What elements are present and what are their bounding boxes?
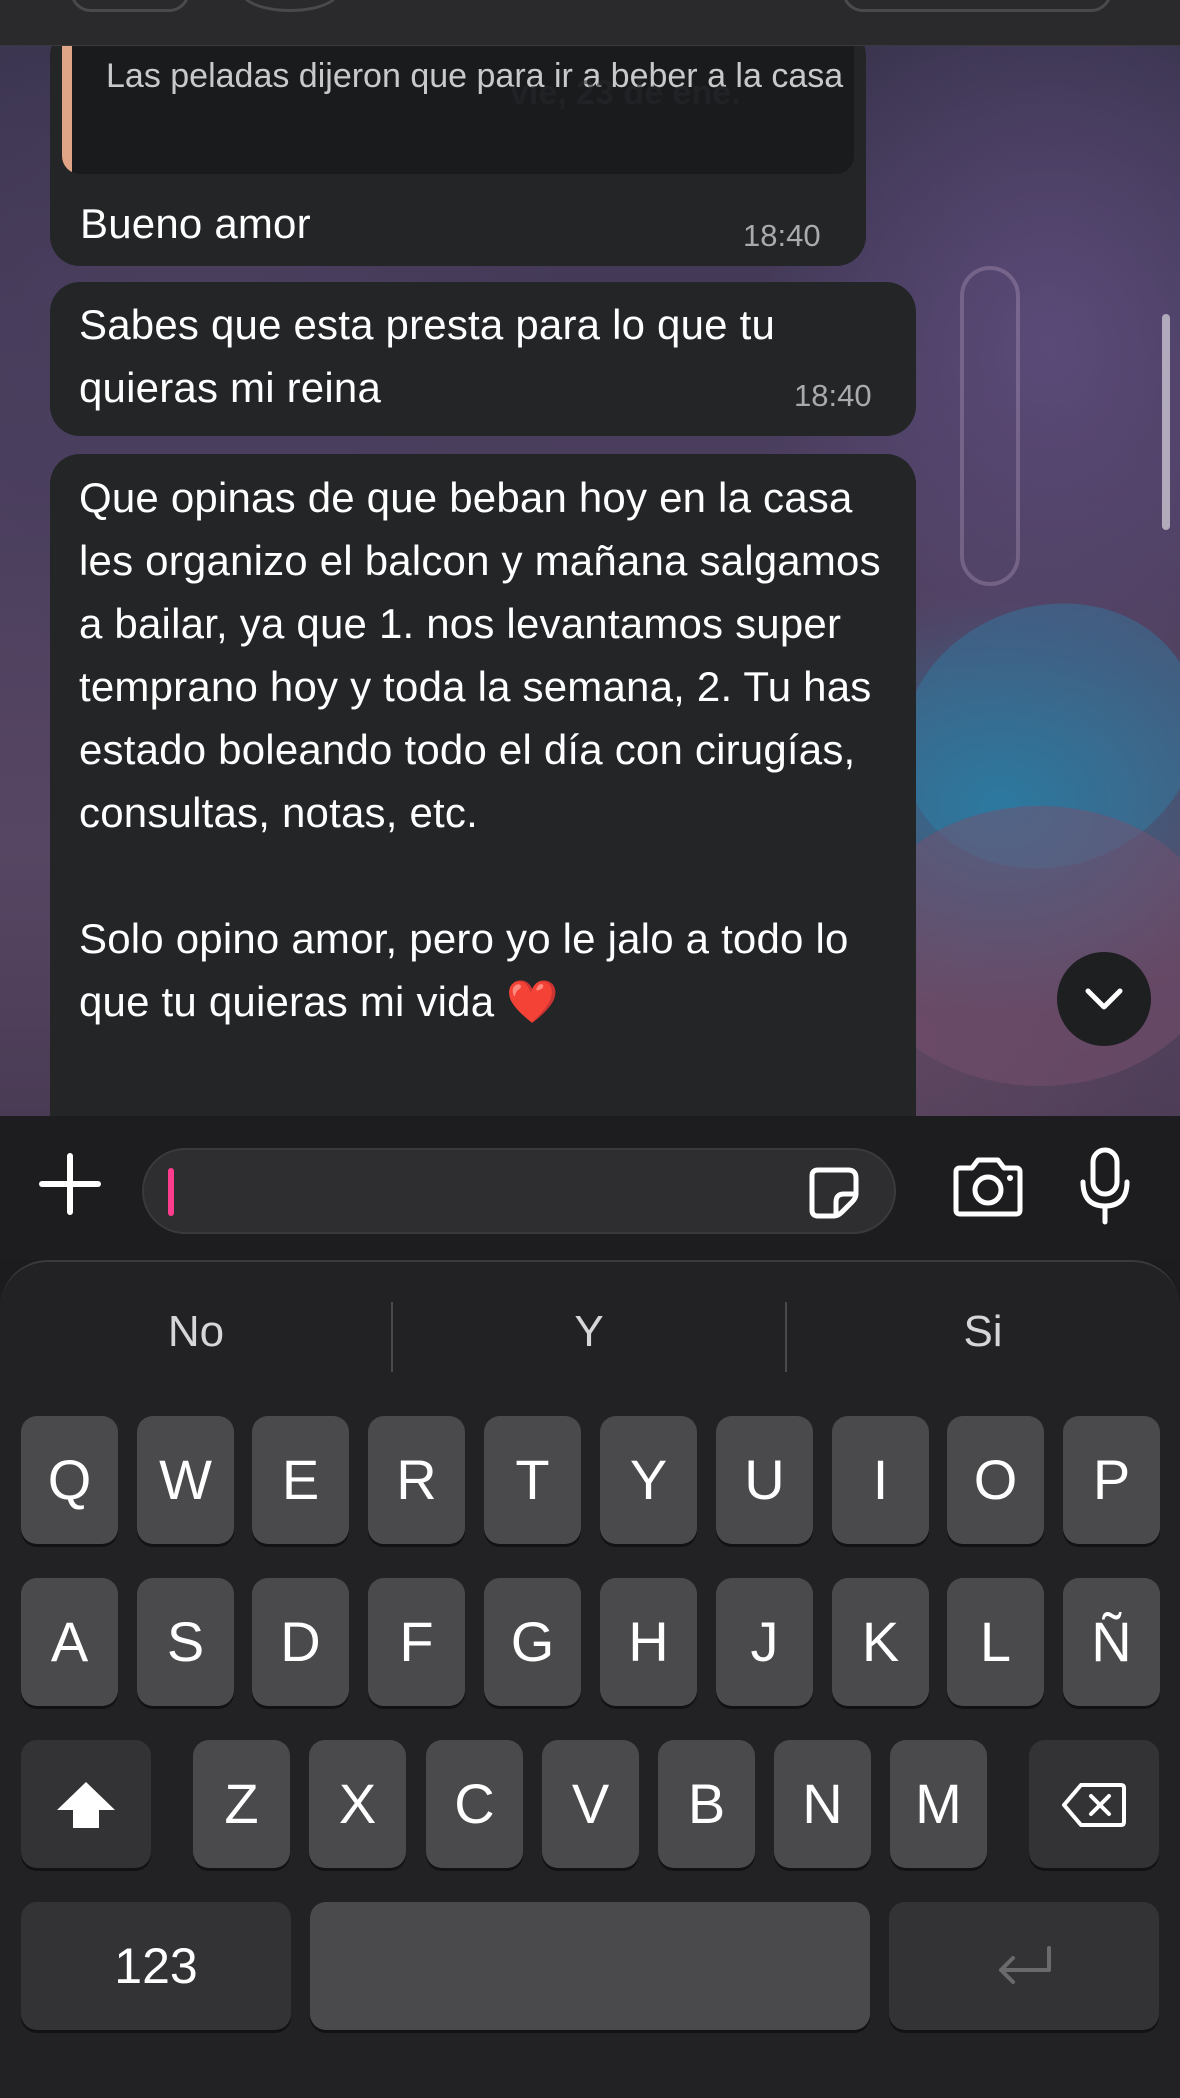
key-d[interactable]: D — [252, 1578, 349, 1706]
message-bubble[interactable]: Que opinas de que beban hoy en la casa l… — [50, 454, 916, 1116]
date-separator: vie, 23 de ene. — [510, 74, 741, 112]
key-h[interactable]: H — [600, 1578, 697, 1706]
scroll-to-bottom-button[interactable] — [1057, 952, 1151, 1046]
key-f[interactable]: F — [368, 1578, 465, 1706]
key-w[interactable]: W — [137, 1416, 234, 1544]
key-s[interactable]: S — [137, 1578, 234, 1706]
header-avatar[interactable] — [240, 0, 340, 12]
quote-accent-bar — [62, 46, 72, 174]
shift-key[interactable] — [21, 1740, 151, 1868]
key-m[interactable]: M — [890, 1740, 987, 1868]
key-z[interactable]: Z — [193, 1740, 290, 1868]
chevron-down-icon — [1085, 988, 1123, 1010]
compose-bar — [0, 1116, 1180, 1260]
text-caret — [168, 1168, 174, 1216]
key-y[interactable]: Y — [600, 1416, 697, 1544]
key-enie[interactable]: Ñ — [1063, 1578, 1160, 1706]
message-text: Sabes que esta presta para lo que tu qui… — [79, 301, 787, 411]
wallpaper-shape — [960, 266, 1020, 586]
backspace-icon — [1062, 1783, 1126, 1827]
key-j[interactable]: J — [716, 1578, 813, 1706]
shift-icon — [57, 1782, 115, 1828]
key-k[interactable]: K — [832, 1578, 929, 1706]
key-n[interactable]: N — [774, 1740, 871, 1868]
space-key[interactable] — [310, 1902, 870, 2030]
message-time: 18:40 — [794, 378, 872, 413]
key-l[interactable]: L — [947, 1578, 1044, 1706]
message-text: Bueno amor — [80, 200, 311, 247]
key-g[interactable]: G — [484, 1578, 581, 1706]
key-i[interactable]: I — [832, 1416, 929, 1544]
backspace-key[interactable] — [1029, 1740, 1159, 1868]
return-icon — [999, 1946, 1051, 1984]
sticker-icon[interactable] — [804, 1164, 862, 1222]
message-bubble[interactable]: Las peladas dijeron que para ir a beber … — [50, 46, 866, 266]
message-input[interactable] — [142, 1148, 896, 1234]
return-key[interactable] — [889, 1902, 1159, 2030]
suggestion-bar: No Y Si — [0, 1282, 1180, 1382]
suggestion-item[interactable]: No — [0, 1282, 392, 1382]
header-button-left[interactable] — [70, 0, 190, 12]
quoted-message-text: Las peladas dijeron que para ir a beber … — [106, 57, 844, 95]
key-o[interactable]: O — [947, 1416, 1044, 1544]
header-bar — [0, 0, 1180, 46]
key-p[interactable]: P — [1063, 1416, 1160, 1544]
key-e[interactable]: E — [252, 1416, 349, 1544]
key-c[interactable]: C — [426, 1740, 523, 1868]
key-t[interactable]: T — [484, 1416, 581, 1544]
suggestion-item[interactable]: Y — [393, 1282, 785, 1382]
message-time: 18:40 — [743, 218, 821, 253]
scrollbar[interactable] — [1162, 314, 1170, 530]
keyboard: No Y Si Q W E R T Y U I O P A S D F G H … — [0, 1260, 1180, 2098]
key-u[interactable]: U — [716, 1416, 813, 1544]
chat-area: Las peladas dijeron que para ir a beber … — [0, 46, 1180, 1116]
key-x[interactable]: X — [309, 1740, 406, 1868]
camera-icon[interactable] — [950, 1156, 1026, 1218]
key-q[interactable]: Q — [21, 1416, 118, 1544]
message-bubble[interactable]: Sabes que esta presta para lo que tu qui… — [50, 282, 916, 436]
message-text: Que opinas de que beban hoy en la casa l… — [79, 474, 881, 1025]
microphone-icon[interactable] — [1078, 1146, 1132, 1226]
key-v[interactable]: V — [542, 1740, 639, 1868]
header-call-buttons[interactable] — [842, 0, 1112, 12]
key-a[interactable]: A — [21, 1578, 118, 1706]
suggestion-item[interactable]: Si — [787, 1282, 1179, 1382]
key-b[interactable]: B — [658, 1740, 755, 1868]
plus-icon[interactable] — [38, 1152, 102, 1216]
key-r[interactable]: R — [368, 1416, 465, 1544]
numbers-key[interactable]: 123 — [21, 1902, 291, 2030]
